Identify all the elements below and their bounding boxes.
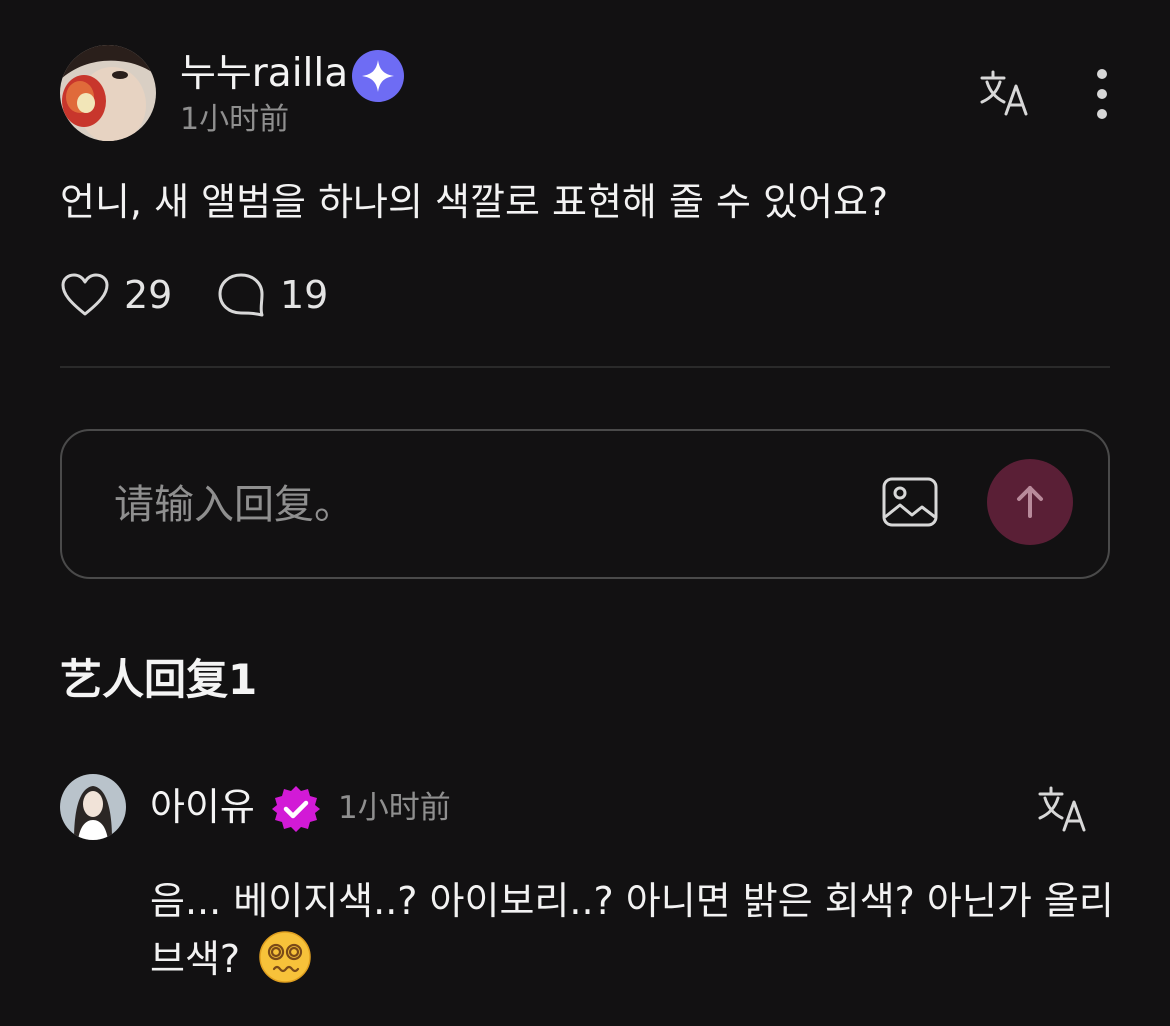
post-detail-screen: 누누railla 1小时前 언니, 새 앨범을 하나의 색깔로 표현해 줄 수	[0, 0, 1170, 1026]
reply-composer	[60, 429, 1110, 579]
divider	[60, 366, 1110, 368]
translate-icon[interactable]	[978, 68, 1034, 118]
artist-reply-timestamp: 1小时前	[338, 790, 451, 826]
dizzy-face-emoji-icon	[258, 930, 312, 984]
reply-input[interactable]	[112, 473, 796, 537]
artist-reply-heading: 艺人回复1	[60, 655, 258, 704]
artist-avatar-photo	[60, 774, 126, 840]
comment-count: 19	[280, 273, 329, 317]
post-timestamp: 1小时前	[180, 102, 290, 137]
author-avatar[interactable]	[60, 45, 156, 141]
heart-icon	[61, 273, 109, 316]
like-button[interactable]: 29	[60, 270, 172, 320]
comment-bubble-icon	[218, 273, 264, 317]
artist-name[interactable]: 아이유	[150, 782, 255, 832]
avatar-photo	[60, 45, 156, 141]
reply-translate-icon[interactable]	[1036, 784, 1092, 834]
author-name[interactable]: 누누railla	[180, 48, 348, 100]
arrow-up-icon	[1017, 486, 1043, 518]
sparkle-badge-icon	[352, 50, 404, 102]
post-text: 언니, 새 앨범을 하나의 색깔로 표현해 줄 수 있어요?	[60, 180, 889, 224]
send-button[interactable]	[987, 459, 1073, 545]
artist-reply-text: 음... 베이지색..? 아이보리..? 아니면 밝은 회색? 아닌가 올리브색…	[150, 872, 1120, 988]
like-count: 29	[124, 273, 173, 317]
verified-badge-icon	[270, 783, 322, 835]
artist-avatar[interactable]	[60, 774, 126, 840]
comment-button[interactable]: 19	[216, 270, 328, 320]
image-upload-icon[interactable]	[880, 473, 940, 533]
more-options-icon[interactable]	[1082, 66, 1122, 122]
